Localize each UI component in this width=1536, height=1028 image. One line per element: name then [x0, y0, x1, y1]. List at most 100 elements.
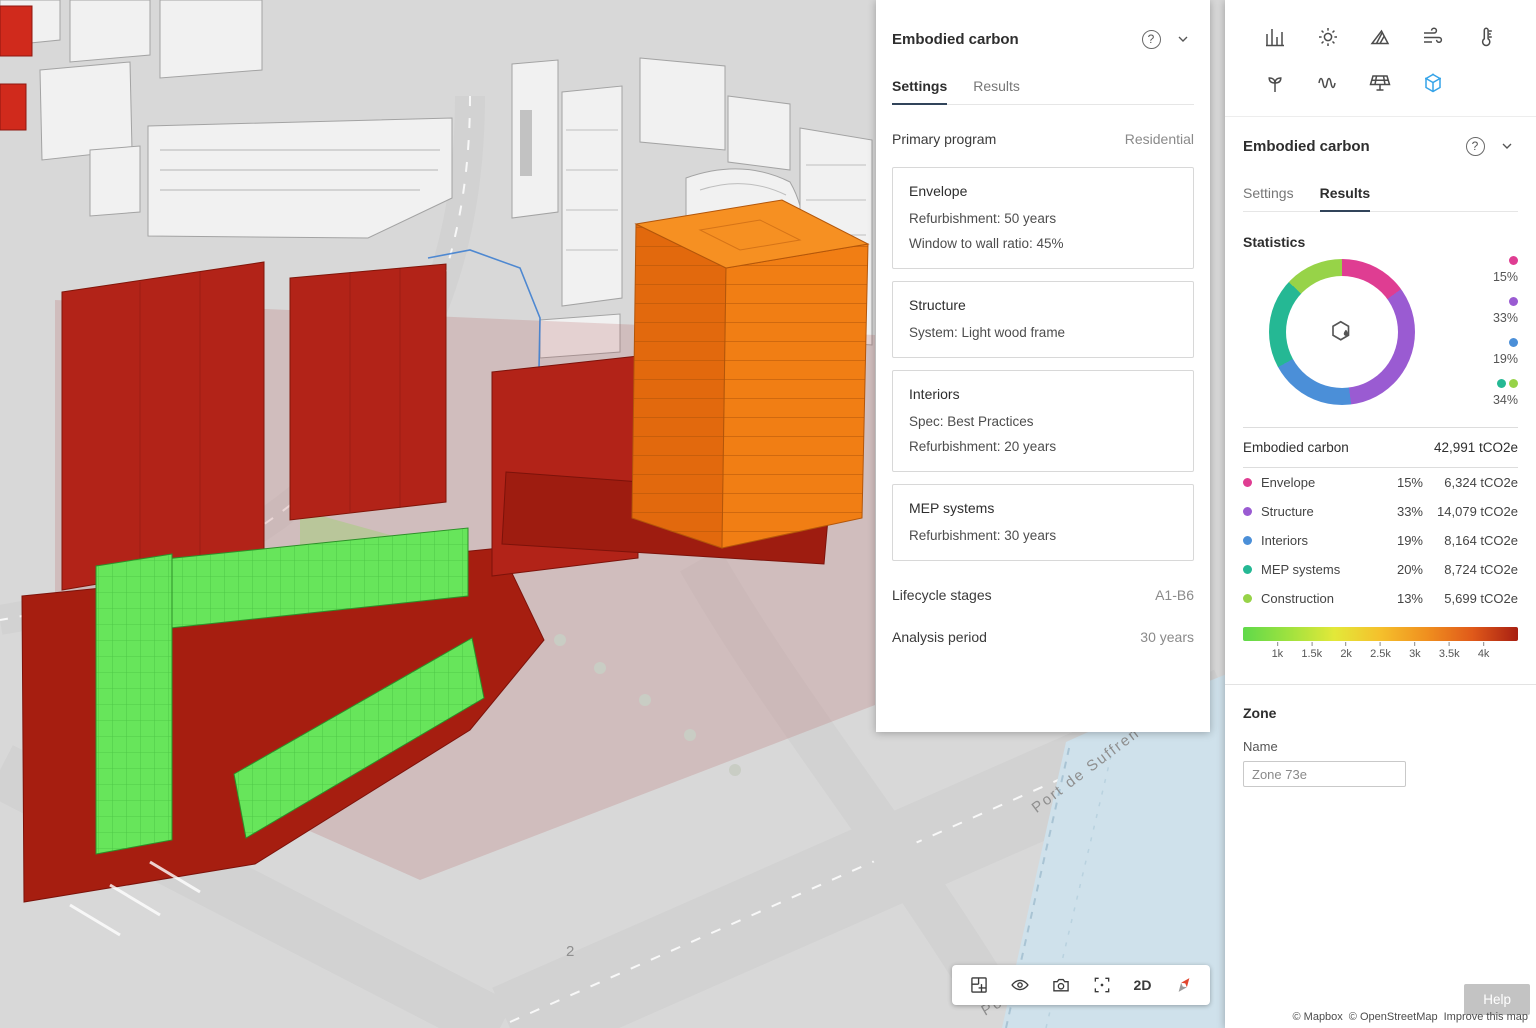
analysis-period-row[interactable]: Analysis period 30 years: [892, 629, 1194, 645]
table-row-envelope[interactable]: Envelope 15% 6,324 tCO2e: [1243, 468, 1518, 497]
category-dot: [1243, 594, 1252, 603]
card-line: Refurbishment: 20 years: [909, 439, 1177, 454]
building-red-1[interactable]: [62, 262, 264, 590]
category-value: 5,699 tCO2e: [1423, 591, 1518, 606]
zone-name-label: Name: [1243, 739, 1518, 754]
card-line: Refurbishment: 30 years: [909, 528, 1177, 543]
attribution-improve-link[interactable]: Improve this map: [1444, 1011, 1528, 1023]
embodied-carbon-icon[interactable]: [1407, 70, 1460, 96]
primary-program-label: Primary program: [892, 131, 996, 147]
table-row-construction[interactable]: Construction 13% 5,699 tCO2e: [1243, 584, 1518, 613]
category-label: MEP systems: [1261, 562, 1375, 577]
category-pct: 19%: [1375, 533, 1423, 548]
visibility-eye-icon[interactable]: [1005, 970, 1035, 1000]
tab-settings[interactable]: Settings: [1243, 177, 1294, 211]
map-toolbar: 2D: [952, 965, 1210, 1005]
statistics-icon[interactable]: [1249, 24, 1302, 50]
legend-item: 33%: [1493, 297, 1518, 325]
solar-panel-icon[interactable]: [1354, 70, 1407, 96]
card-title: Structure: [909, 297, 1177, 313]
legend-dot: [1509, 379, 1518, 388]
analysis-period-value: 30 years: [1140, 629, 1194, 645]
breakdown-table: Envelope 15% 6,324 tCO2e Structure 33% 1…: [1243, 468, 1518, 613]
building-red-2[interactable]: [290, 264, 446, 520]
building-orange-tower[interactable]: [632, 200, 868, 548]
legend-item: 19%: [1493, 338, 1518, 366]
tab-results[interactable]: Results: [1320, 177, 1371, 211]
shadow-icon[interactable]: [1354, 24, 1407, 50]
camera-icon[interactable]: [1046, 970, 1076, 1000]
mode-2d-label: 2D: [1134, 977, 1152, 993]
compass-icon[interactable]: [1169, 970, 1199, 1000]
card-line: Refurbishment: 50 years: [909, 211, 1177, 226]
statistics-chart: 15% 33% 19% 34%: [1243, 256, 1518, 407]
chevron-down-icon[interactable]: [1496, 135, 1518, 157]
mode-2d-button[interactable]: 2D: [1128, 970, 1158, 1000]
category-value: 6,324 tCO2e: [1423, 475, 1518, 490]
app: Port de Suffren Po 2 2D Embodied carbon: [0, 0, 1536, 1028]
table-row-mep-systems[interactable]: MEP systems 20% 8,724 tCO2e: [1243, 555, 1518, 584]
donut-chart: [1269, 259, 1415, 405]
settings-results-tabs: Settings Results: [1243, 177, 1518, 212]
primary-program-row[interactable]: Primary program Residential: [892, 131, 1194, 147]
category-pct: 20%: [1375, 562, 1423, 577]
embodied-carbon-settings-panel: Embodied carbon Settings Results Primary…: [876, 0, 1210, 732]
help-icon[interactable]: [1140, 28, 1162, 50]
category-pct: 13%: [1375, 591, 1423, 606]
envelope-card[interactable]: Envelope Refurbishment: 50 years Window …: [892, 167, 1194, 269]
category-dot: [1243, 478, 1252, 487]
legend-item: 34%: [1493, 379, 1518, 407]
legend-dot: [1509, 297, 1518, 306]
thermometer-icon[interactable]: [1459, 24, 1512, 50]
chevron-down-icon[interactable]: [1172, 28, 1194, 50]
analysis-toolbar: [1225, 0, 1536, 117]
legend-pct: 15%: [1493, 270, 1518, 284]
interiors-card[interactable]: Interiors Spec: Best Practices Refurbish…: [892, 370, 1194, 472]
route-label: 2: [566, 943, 576, 960]
heatmap-bar: [1243, 627, 1518, 641]
structure-card[interactable]: Structure System: Light wood frame: [892, 281, 1194, 358]
scale-tick: 2.5k: [1370, 648, 1391, 660]
card-title: MEP systems: [909, 500, 1177, 516]
hexagon-droplet-icon: [1269, 259, 1415, 405]
mep-systems-card[interactable]: MEP systems Refurbishment: 30 years: [892, 484, 1194, 561]
attribution-osm-link[interactable]: © OpenStreetMap: [1349, 1011, 1438, 1023]
attribution-mapbox-link[interactable]: © Mapbox: [1293, 1011, 1343, 1023]
legend-dot: [1509, 338, 1518, 347]
card-title: Interiors: [909, 386, 1177, 402]
lifecycle-stages-label: Lifecycle stages: [892, 587, 992, 603]
legend-pct: 34%: [1493, 393, 1518, 407]
legend-dot: [1497, 379, 1506, 388]
scale-tick: 1k: [1272, 648, 1284, 660]
help-icon[interactable]: [1464, 135, 1486, 157]
vegetation-icon[interactable]: [1249, 70, 1302, 96]
statistics-title: Statistics: [1243, 234, 1518, 250]
results-body: Embodied carbon Settings Results Statist…: [1225, 135, 1536, 1028]
card-line: Spec: Best Practices: [909, 414, 1177, 429]
scale-tick: 3k: [1409, 648, 1421, 660]
lifecycle-stages-row[interactable]: Lifecycle stages A1-B6: [892, 587, 1194, 603]
tab-results[interactable]: Results: [973, 70, 1020, 104]
analysis-results-panel: Embodied carbon Settings Results Statist…: [1225, 0, 1536, 1028]
category-label: Construction: [1261, 591, 1375, 606]
map-attribution: © Mapbox © OpenStreetMap Improve this ma…: [1293, 1011, 1529, 1023]
legend-pct: 19%: [1493, 352, 1518, 366]
scale-tick: 4k: [1478, 648, 1490, 660]
tab-settings[interactable]: Settings: [892, 70, 947, 104]
floorplan-icon[interactable]: [964, 970, 994, 1000]
donut-legend: 15% 33% 19% 34%: [1493, 256, 1518, 407]
category-pct: 33%: [1375, 504, 1423, 519]
table-row-structure[interactable]: Structure 33% 14,079 tCO2e: [1243, 497, 1518, 526]
table-row-interiors[interactable]: Interiors 19% 8,164 tCO2e: [1243, 526, 1518, 555]
embodied-carbon-total-row: Embodied carbon 42,991 tCO2e: [1243, 427, 1518, 468]
zone-name-input[interactable]: [1243, 761, 1406, 787]
waves-icon[interactable]: [1302, 70, 1355, 96]
category-value: 14,079 tCO2e: [1423, 504, 1518, 519]
category-label: Interiors: [1261, 533, 1375, 548]
scale-tick: 2k: [1340, 648, 1352, 660]
heatmap-scale: 1k 1.5k 2k 2.5k 3k 3.5k 4k: [1243, 642, 1518, 664]
zoom-to-fit-icon[interactable]: [1087, 970, 1117, 1000]
sun-icon[interactable]: [1302, 24, 1355, 50]
wind-icon[interactable]: [1407, 24, 1460, 50]
analysis-period-label: Analysis period: [892, 629, 987, 645]
